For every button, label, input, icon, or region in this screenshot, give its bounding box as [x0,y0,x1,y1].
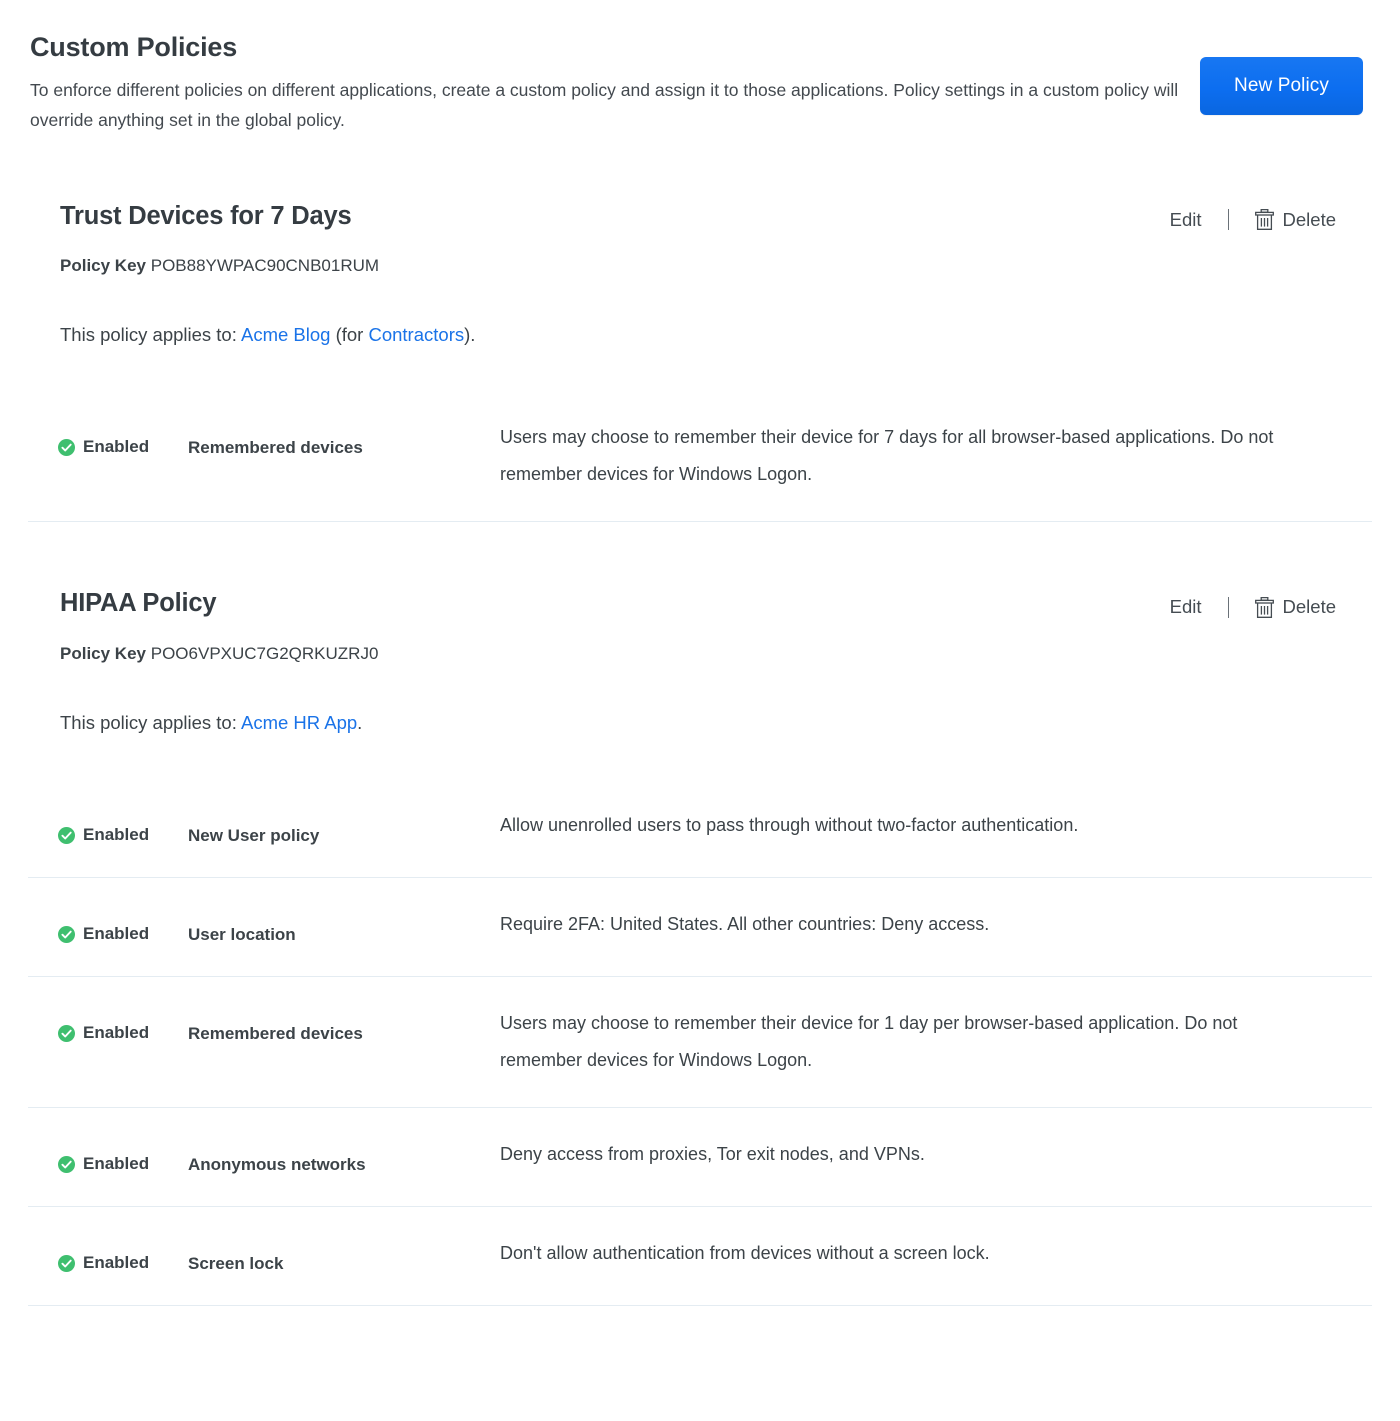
applies-prefix: This policy applies to: [60,324,241,346]
policy-card-1: HIPAA Policy Edit Delete Policy Key POO6… [0,588,1400,1307]
check-circle-icon [58,1155,75,1173]
header-spacer [0,135,1400,201]
setting-status: Enabled [28,1235,188,1273]
setting-name: Anonymous networks [188,1155,366,1175]
setting-status-label: Enabled [83,437,150,457]
policy-key-value: POO6VPXUC7G2QRKUZRJ0 [150,644,379,664]
policy-key-1: Policy Key POO6VPXUC7G2QRKUZRJ0 [60,643,1372,665]
setting-description: Allow unenrolled users to pass through w… [500,815,1079,836]
setting-status: Enabled [28,1136,188,1174]
setting-description: Users may choose to remember their devic… [500,427,1274,485]
setting-status-label: Enabled [83,924,150,944]
policy-card-0: Trust Devices for 7 Days Edit Delete Pol… [0,201,1400,523]
applies-group-link[interactable]: Contractors [368,324,464,345]
applies-to-1: This policy applies to: Acme HR App. [60,711,1372,735]
setting-description: Deny access from proxies, Tor exit nodes… [500,1144,925,1165]
policy-key-label: Policy Key [60,256,146,276]
table-row: Enabled Remembered devices Users may cho… [28,391,1372,523]
action-separator [1227,209,1229,231]
applies-suffix: . [357,712,363,734]
applies-to-0: This policy applies to: Acme Blog (for C… [60,323,1372,347]
check-circle-icon [58,1254,75,1272]
policy-gap [0,522,1400,588]
delete-policy-label: Delete [1282,596,1336,618]
setting-status-label: Enabled [83,1154,150,1174]
policy-settings-1: Enabled New User policy Allow unenrolled… [28,779,1372,1307]
setting-status: Enabled [28,906,188,944]
policy-key-label: Policy Key [60,644,146,664]
policy-actions-1: Edit Delete [1166,594,1340,620]
policy-settings-0: Enabled Remembered devices Users may cho… [28,391,1372,523]
page-title: Custom Policies [30,32,238,62]
applies-app-link[interactable]: Acme Blog [241,324,330,345]
setting-name: Screen lock [188,1254,284,1274]
setting-status-label: Enabled [83,1253,150,1273]
setting-name: Remembered devices [188,1024,363,1044]
check-circle-icon [58,1024,75,1042]
table-row: Enabled User location Require 2FA: Unite… [28,878,1372,978]
table-row: Enabled New User policy Allow unenrolled… [28,779,1372,879]
delete-policy-link[interactable]: Delete [1251,207,1340,233]
applies-app-link[interactable]: Acme HR App [241,712,357,733]
applies-prefix: This policy applies to: [60,712,241,734]
edit-policy-link[interactable]: Edit [1166,594,1206,620]
setting-status: Enabled [28,1005,188,1043]
policy-header-1: HIPAA Policy Edit Delete [28,588,1372,619]
table-row: Enabled Remembered devices Users may cho… [28,977,1372,1109]
check-circle-icon [58,826,75,844]
setting-description: Don't allow authentication from devices … [500,1243,990,1264]
page-header: Custom Policies To enforce different pol… [0,0,1400,135]
trash-icon [1254,596,1274,618]
custom-policies-page: Custom Policies To enforce different pol… [0,0,1400,1421]
policy-title: HIPAA Policy [60,589,217,618]
setting-name: Remembered devices [188,438,363,458]
edit-policy-link[interactable]: Edit [1166,207,1206,233]
check-circle-icon [58,925,75,943]
setting-name: New User policy [188,826,320,846]
setting-status: Enabled [28,807,188,845]
policy-header-0: Trust Devices for 7 Days Edit Delete [28,201,1372,232]
page-description: To enforce different policies on differe… [30,79,1179,130]
setting-status: Enabled [28,419,188,457]
policy-key-0: Policy Key POB88YWPAC90CNB01RUM [60,255,1372,277]
action-separator [1227,596,1229,618]
setting-status-label: Enabled [83,825,150,845]
applies-suffix: ). [464,324,476,346]
trash-icon [1254,209,1274,231]
setting-description: Require 2FA: United States. All other co… [500,914,990,935]
applies-middle: (for [330,324,369,346]
policy-title: Trust Devices for 7 Days [60,201,352,230]
setting-status-label: Enabled [83,1023,150,1043]
check-circle-icon [58,438,75,456]
policy-key-value: POB88YWPAC90CNB01RUM [150,256,380,276]
table-row: Enabled Anonymous networks Deny access f… [28,1108,1372,1208]
delete-policy-label: Delete [1282,208,1336,230]
delete-policy-link[interactable]: Delete [1251,594,1340,620]
setting-name: User location [188,925,296,945]
policy-actions-0: Edit Delete [1166,207,1340,233]
setting-description: Users may choose to remember their devic… [500,1013,1238,1071]
new-policy-button[interactable]: New Policy [1200,57,1363,115]
table-row: Enabled Screen lock Don't allow authenti… [28,1207,1372,1307]
